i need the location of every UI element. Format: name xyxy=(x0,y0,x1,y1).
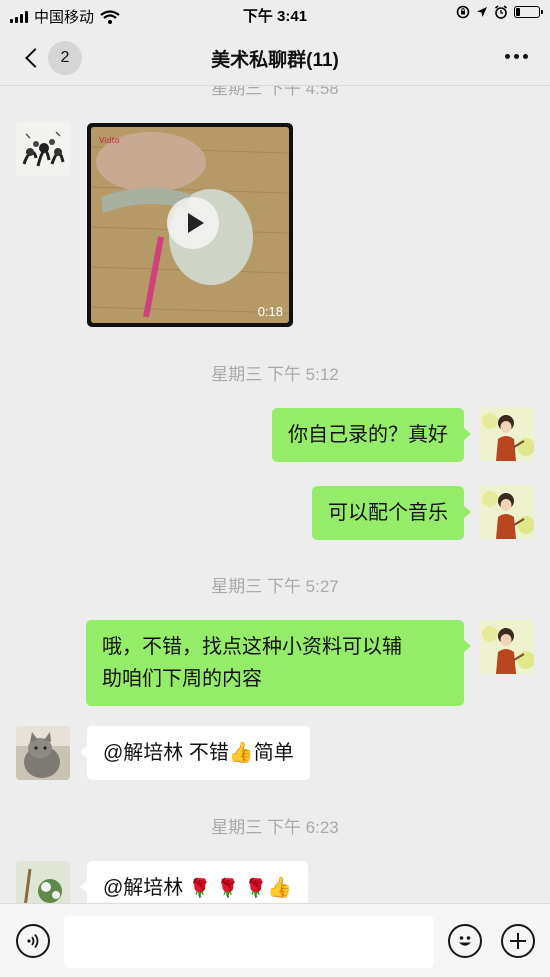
message-input[interactable] xyxy=(64,916,434,968)
ink-painting-avatar-image xyxy=(16,122,70,176)
outgoing-message-bubble[interactable]: 你自己录的？真好 xyxy=(272,408,471,462)
more-functions-button[interactable] xyxy=(501,924,535,958)
alarm-icon xyxy=(495,5,507,19)
message-text: 你自己录的？真好 xyxy=(288,424,448,446)
incoming-message-bubble[interactable]: @解培林 🌹 🌹 🌹👍 xyxy=(79,861,309,903)
message-text: 可以配个音乐 xyxy=(328,502,448,524)
message-text-line: 助咱们下周的内容 xyxy=(102,668,262,690)
self-avatar-image xyxy=(480,620,534,674)
video-thumbnail: Vidto 0:18 xyxy=(91,127,289,323)
message-text-suffix: 简单 xyxy=(253,742,294,764)
rotation-lock-icon xyxy=(456,5,470,19)
avatar[interactable] xyxy=(16,726,70,780)
more-dot xyxy=(523,54,528,59)
emoji-button[interactable] xyxy=(448,924,482,958)
plus-icon-vertical xyxy=(517,933,519,949)
timestamp: 星期三 下午 6:23 xyxy=(211,818,339,837)
outgoing-message-bubble[interactable]: 哦，不错，找点这种小资料可以辅 助咱们下周的内容 xyxy=(86,620,471,706)
more-dot xyxy=(505,54,510,59)
timestamp: 星期三 下午 5:27 xyxy=(211,577,339,596)
rose-icon: 🌹 xyxy=(244,878,268,898)
status-bar: 中国移动 下午 3:41 xyxy=(0,0,550,28)
input-bar xyxy=(0,903,550,977)
timestamp: 星期三 下午 4:58 xyxy=(211,86,339,98)
message-text: @解培林 不错 xyxy=(103,742,229,764)
timestamp: 星期三 下午 5:12 xyxy=(211,365,339,384)
play-button[interactable] xyxy=(167,197,219,249)
play-icon xyxy=(187,213,204,233)
chat-area[interactable]: 星期三 下午 4:58 Vidto 0:18 星期三 下午 5:12 你自己录的… xyxy=(0,86,550,903)
nav-bar: 2 美术私聊群(11) xyxy=(0,28,550,86)
thumbs-up-icon: 👍 xyxy=(267,877,293,899)
battery-icon xyxy=(514,6,543,18)
more-dot xyxy=(514,54,519,59)
self-avatar-image xyxy=(480,407,534,461)
self-avatar-image xyxy=(480,485,534,539)
svg-text:Vidto: Vidto xyxy=(99,136,120,145)
video-duration: 0:18 xyxy=(257,304,283,319)
cat-avatar-image xyxy=(16,726,70,780)
video-message[interactable]: Vidto 0:18 xyxy=(87,123,293,327)
chat-title: 美术私聊群(11) xyxy=(211,50,339,71)
avatar[interactable] xyxy=(480,485,534,539)
status-right xyxy=(456,5,543,19)
rose-icon: 🌹 xyxy=(216,878,240,898)
avatar[interactable] xyxy=(16,122,70,176)
flower-avatar-image xyxy=(16,861,70,903)
message-text: @解培林 xyxy=(103,877,189,899)
rose-icon: 🌹 xyxy=(188,878,212,898)
voice-icon xyxy=(27,933,39,949)
voice-input-button[interactable] xyxy=(16,924,50,958)
incoming-message-bubble[interactable]: @解培林 不错👍简单 xyxy=(80,726,310,780)
emoji-icon xyxy=(459,936,471,946)
avatar[interactable] xyxy=(480,407,534,461)
message-text-line: 哦，不错，找点这种小资料可以辅 xyxy=(102,636,402,658)
avatar[interactable] xyxy=(16,861,70,903)
thumbs-up-icon: 👍 xyxy=(228,742,254,764)
more-options-button[interactable] xyxy=(505,54,528,59)
location-icon xyxy=(477,7,487,17)
avatar[interactable] xyxy=(480,620,534,674)
outgoing-message-bubble[interactable]: 可以配个音乐 xyxy=(312,486,471,540)
